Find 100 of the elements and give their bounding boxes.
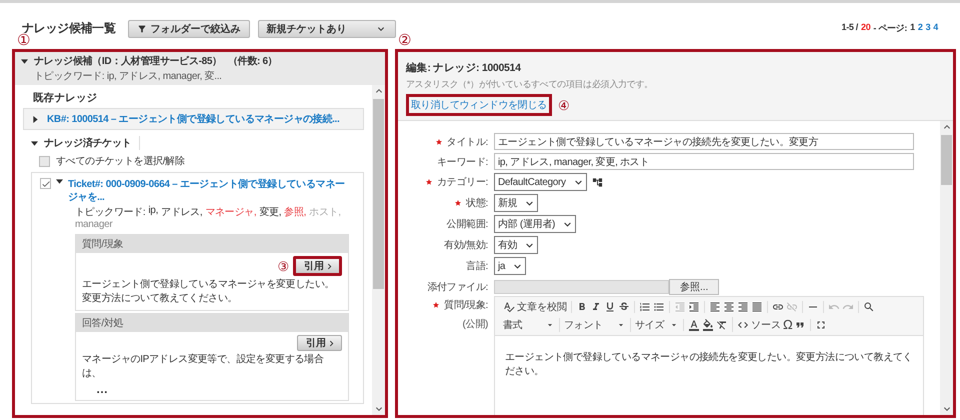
field-label: 有効/無効: xyxy=(444,238,488,252)
caret-icon[interactable] xyxy=(21,58,28,64)
align-right-icon[interactable] xyxy=(737,301,749,313)
required-note: アスタリスク（*）が付いているすべての項目は必須入力です。 xyxy=(406,78,653,91)
rich-text-editor[interactable]: 文章を校閲 書式 フォント サイズ ソース Ω エージェント側で登録しているマネージャの接続先を変更したい。変更方法について教えてください。 xyxy=(494,296,924,415)
editor-text: エージェント側で登録しているマネージャの接続先を変更したい。変更方法について教えてください。 xyxy=(504,350,914,379)
tree-icon[interactable] xyxy=(592,176,603,188)
panel-title: 編集: ナレッジ: 1000514 xyxy=(406,61,521,75)
field-sublabel: (公開) xyxy=(462,318,488,331)
ticket-dropdown[interactable]: 新規チケットあり xyxy=(258,20,396,38)
section-text: … xyxy=(95,383,109,396)
field-label: 状態: xyxy=(466,196,488,210)
scrollbar-thumb[interactable] xyxy=(373,99,384,289)
field-label: カテゴリー: xyxy=(437,176,488,189)
numbered-list-icon[interactable] xyxy=(639,301,651,313)
page-number: 1 xyxy=(910,22,915,34)
browse-button[interactable]: 参照... xyxy=(669,278,720,294)
quote-button[interactable]: 引用 xyxy=(293,256,342,276)
topic-label: トピックワード: xyxy=(75,206,146,219)
format-dropdown[interactable]: 書式 xyxy=(503,318,555,332)
align-left-icon[interactable] xyxy=(709,301,721,313)
filter-button[interactable]: フォルダーで絞込み xyxy=(128,20,250,38)
required-icon xyxy=(426,179,432,185)
field-label: 公開範囲: xyxy=(446,218,488,231)
search-icon[interactable] xyxy=(863,301,875,313)
source-button[interactable]: ソース xyxy=(737,318,781,332)
knowledge-item[interactable]: KB#: 1000514 – エージェント側で登録しているマネージャの接続... xyxy=(23,108,364,130)
select-field[interactable]: 新規 xyxy=(494,194,538,212)
indent-icon[interactable] xyxy=(688,301,700,313)
text-field[interactable]: エージェント側で登録しているマネージャの接続先を変更したい。変更方 xyxy=(494,133,914,150)
section-header: 質問/現象 xyxy=(76,235,348,253)
cancel-link[interactable]: 取り消してウィンドウを閉じる xyxy=(406,94,552,116)
checkbox-label: すべてのチケットを選択/解除 xyxy=(56,155,185,168)
topic-word: ホスト, xyxy=(309,206,341,219)
field-label: タイトル: xyxy=(446,136,488,148)
topic-word: manager xyxy=(75,219,112,230)
caret-icon[interactable] xyxy=(31,140,38,146)
required-icon xyxy=(436,138,442,144)
required-icon xyxy=(455,200,462,206)
text-field[interactable]: ip, アドレス, manager, 変更, ホスト xyxy=(494,153,914,170)
file-field[interactable] xyxy=(494,280,669,294)
align-center-icon[interactable] xyxy=(723,301,735,313)
select-field[interactable]: 内部 (運用者) xyxy=(494,215,576,233)
page-link[interactable]: 4 xyxy=(933,22,938,35)
count-label: （件数: 6） xyxy=(228,54,278,68)
bulleted-list-icon[interactable] xyxy=(653,301,665,313)
spellcheck-icon xyxy=(503,301,515,313)
scrollbar[interactable] xyxy=(940,121,953,415)
section-title: ナレッジ済チケット xyxy=(44,136,140,150)
panel-header[interactable]: ナレッジ候補（ID：人材管理サービス-85） （件数: 6） トピックワード: ip, アドレス, manager, 変... xyxy=(15,52,385,85)
callout-number: ① xyxy=(17,33,30,48)
scrollbar[interactable] xyxy=(372,85,385,415)
pagination-label: - ページ: xyxy=(873,22,908,35)
quote-button[interactable]: 引用 xyxy=(297,335,342,351)
italic-icon[interactable] xyxy=(590,301,602,313)
justify-icon[interactable] xyxy=(751,301,763,313)
text-color-icon[interactable] xyxy=(688,318,700,330)
maximize-icon[interactable] xyxy=(815,318,828,330)
caret-icon[interactable] xyxy=(32,116,39,122)
topic-word: マネージャ, xyxy=(205,206,256,219)
topic-word: ip, xyxy=(148,205,158,218)
topic-word: 参照, xyxy=(284,206,306,219)
checkbox[interactable] xyxy=(40,178,51,189)
callout-number: ③ xyxy=(277,258,289,274)
format-dropdown[interactable]: フォント xyxy=(564,318,626,332)
panel-title: ナレッジ候補（ID：人材管理サービス-85） xyxy=(34,54,222,68)
filter-icon xyxy=(136,24,147,34)
ticket-link[interactable]: Ticket#: 000-0909-0664 – エージェント側で登録しているマネージャを... xyxy=(68,178,349,204)
topic-word: アドレス, xyxy=(161,206,202,219)
field-label: 質問/現象: xyxy=(444,298,488,312)
scrollbar-thumb[interactable] xyxy=(941,135,952,185)
field-label: 添付ファイル: xyxy=(427,280,488,294)
callout-number: ② xyxy=(398,33,411,48)
section-header: 回答/対処 xyxy=(76,314,348,332)
section-title: 既存ナレッジ xyxy=(32,91,98,106)
field-label: 言語: xyxy=(466,260,488,273)
knowledge-link[interactable]: KB#: 1000514 – エージェント側で登録しているマネージャの接続... xyxy=(47,112,340,126)
strikethrough-icon[interactable] xyxy=(618,301,630,313)
spellcheck-button[interactable]: 文章を校閲 xyxy=(503,300,567,314)
page-title: ナレッジ候補一覧 xyxy=(22,20,116,35)
topic-words: トピックワード: ip, アドレス, manager, 変... xyxy=(33,70,222,83)
checkbox[interactable] xyxy=(39,156,50,166)
pagination-total: 20 xyxy=(861,22,870,34)
clear-format-icon[interactable] xyxy=(716,318,728,330)
underline-icon[interactable] xyxy=(604,301,616,313)
special-character-button[interactable]: Ω xyxy=(783,317,792,332)
topic-word: 変更, xyxy=(259,206,282,219)
pagination-range: 1-5 / xyxy=(841,22,858,34)
select-field[interactable]: 有効 xyxy=(494,236,538,254)
select-field[interactable]: DefaultCategory xyxy=(494,173,587,191)
format-dropdown[interactable]: サイズ xyxy=(635,318,679,332)
caret-icon[interactable] xyxy=(56,178,63,185)
field-label: キーワード: xyxy=(437,156,488,168)
fill-color-icon[interactable] xyxy=(702,318,714,330)
section-text: マネージャのIPアドレス変更等で、設定を変更する場合は、 xyxy=(82,353,325,381)
page-link[interactable]: 2 xyxy=(918,22,923,35)
section-text: エージェント側で登録しているマネージャを変更したい。変更方法について教えてください。 xyxy=(82,278,336,306)
select-field[interactable]: ja xyxy=(494,257,526,275)
page-link[interactable]: 3 xyxy=(926,22,930,35)
callout-number: ④ xyxy=(558,98,570,112)
